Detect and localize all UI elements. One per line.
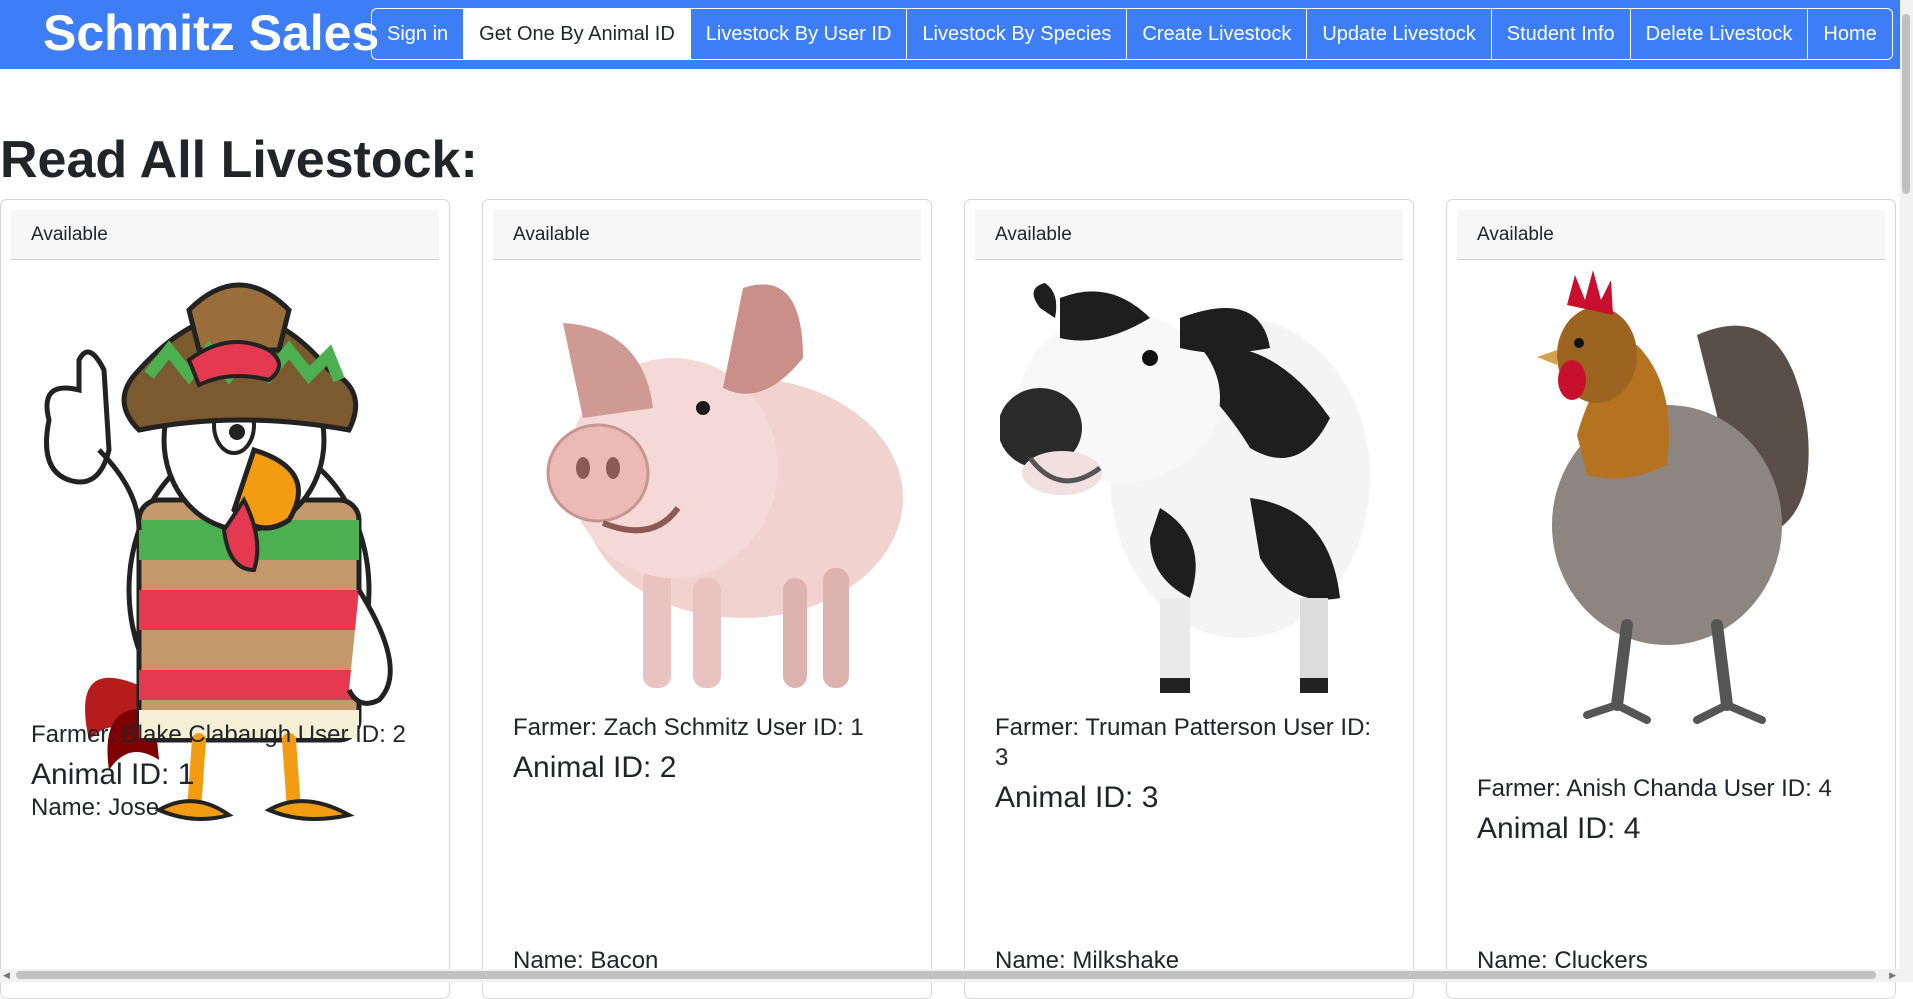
scroll-left-arrow-icon[interactable]: ◀ <box>3 969 10 982</box>
scroll-right-arrow-icon[interactable]: ▶ <box>1889 969 1896 982</box>
animal-id: Animal ID: 4 <box>1477 812 1641 845</box>
page-title: Read All Livestock: <box>0 131 478 189</box>
livestock-by-species-button[interactable]: Livestock By Species <box>907 9 1128 59</box>
get-one-by-animal-id-button[interactable]: Get One By Animal ID <box>464 9 691 59</box>
hen-image <box>1537 270 1809 724</box>
horizontal-scrollbar-thumb[interactable] <box>16 971 1876 979</box>
farmer-info: Farmer: Truman Patterson User ID: 3 <box>995 714 1372 771</box>
farmer-info: Farmer: Zach Schmitz User ID: 1 <box>513 714 864 741</box>
livestock-card: Available Farmer: Zach Schmitz User ID: … <box>482 199 932 999</box>
sign-in-button[interactable]: Sign in <box>372 9 465 59</box>
update-livestock-button[interactable]: Update Livestock <box>1307 9 1492 59</box>
student-info-button[interactable]: Student Info <box>1492 9 1631 59</box>
card-status: Available <box>1457 210 1885 260</box>
vertical-scrollbar-thumb[interactable] <box>1902 14 1910 194</box>
livestock-by-user-id-button[interactable]: Livestock By User ID <box>691 9 908 59</box>
delete-livestock-button[interactable]: Delete Livestock <box>1631 9 1809 59</box>
vertical-scrollbar[interactable] <box>1900 0 1913 982</box>
farmer-info: Farmer: Anish Chanda User ID: 4 <box>1477 775 1832 802</box>
livestock-card: Available Farmer: Blake Clabaugh User ID… <box>0 199 450 999</box>
pig-image <box>546 284 903 688</box>
nav-button-group: Sign in Get One By Animal ID Livestock B… <box>371 8 1893 60</box>
card-status: Available <box>975 210 1403 260</box>
brand-title[interactable]: Schmitz Sales <box>43 0 379 69</box>
livestock-card: Available Farmer: Truman Patterson User … <box>964 199 1414 999</box>
farmer-info: Farmer: Blake Clabaugh User ID: 2 <box>31 721 406 748</box>
animal-id: Animal ID: 1 <box>31 758 195 791</box>
animal-name: Name: Jose <box>31 794 160 821</box>
animal-id: Animal ID: 3 <box>995 781 1159 814</box>
navbar: Schmitz Sales Sign in Get One By Animal … <box>0 0 1900 69</box>
home-button[interactable]: Home <box>1808 9 1891 59</box>
card-status: Available <box>11 210 439 260</box>
horizontal-scrollbar[interactable]: ◀ ▶ <box>0 969 1913 982</box>
create-livestock-button[interactable]: Create Livestock <box>1127 9 1308 59</box>
livestock-card: Available Farmer: Anish Chanda User ID: … <box>1446 199 1896 999</box>
card-status: Available <box>493 210 921 260</box>
cow-image <box>1000 283 1370 693</box>
animal-id: Animal ID: 2 <box>513 751 677 784</box>
